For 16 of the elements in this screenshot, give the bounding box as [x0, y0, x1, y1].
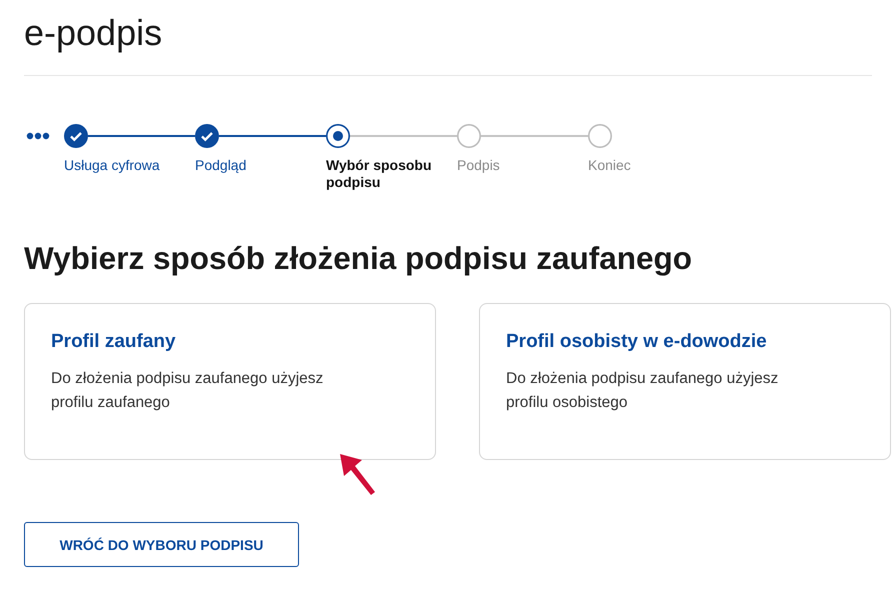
option-title: Profil zaufany — [51, 330, 176, 354]
step-label[interactable]: Podgląd — [195, 157, 317, 174]
back-button[interactable]: WRÓĆ DO WYBORU PODPISU — [24, 522, 299, 567]
option-card[interactable]: Profil osobisty w e-dowodzie Do złożenia podpisu zaufanego użyjesz profilu osobistego — [479, 303, 891, 460]
option-card[interactable]: Profil zaufany Do złożenia podpisu zaufanego użyjesz profilu zaufanego — [24, 303, 436, 460]
current-step-label: Wybór sposobu podpisu — [326, 157, 433, 191]
page-title: e-podpis — [24, 11, 162, 55]
step-label: Podpis — [457, 157, 501, 174]
option-description: Do złożenia podpisu zaufanego użyjesz profilu zaufanego — [51, 369, 324, 413]
step-label[interactable]: Usługa cyfrowa — [64, 157, 186, 174]
step-label: Koniec — [588, 157, 632, 174]
section-heading: Wybierz sposób złożenia podpisu zaufanego — [24, 239, 692, 278]
option-title: Profil osobisty w e-dowodzie — [506, 330, 767, 354]
more-steps-icon[interactable] — [26, 132, 50, 140]
pointer-arrow-icon — [338, 452, 378, 496]
option-description: Do złożenia podpisu zaufanego użyjesz profilu osobistego — [506, 369, 780, 413]
